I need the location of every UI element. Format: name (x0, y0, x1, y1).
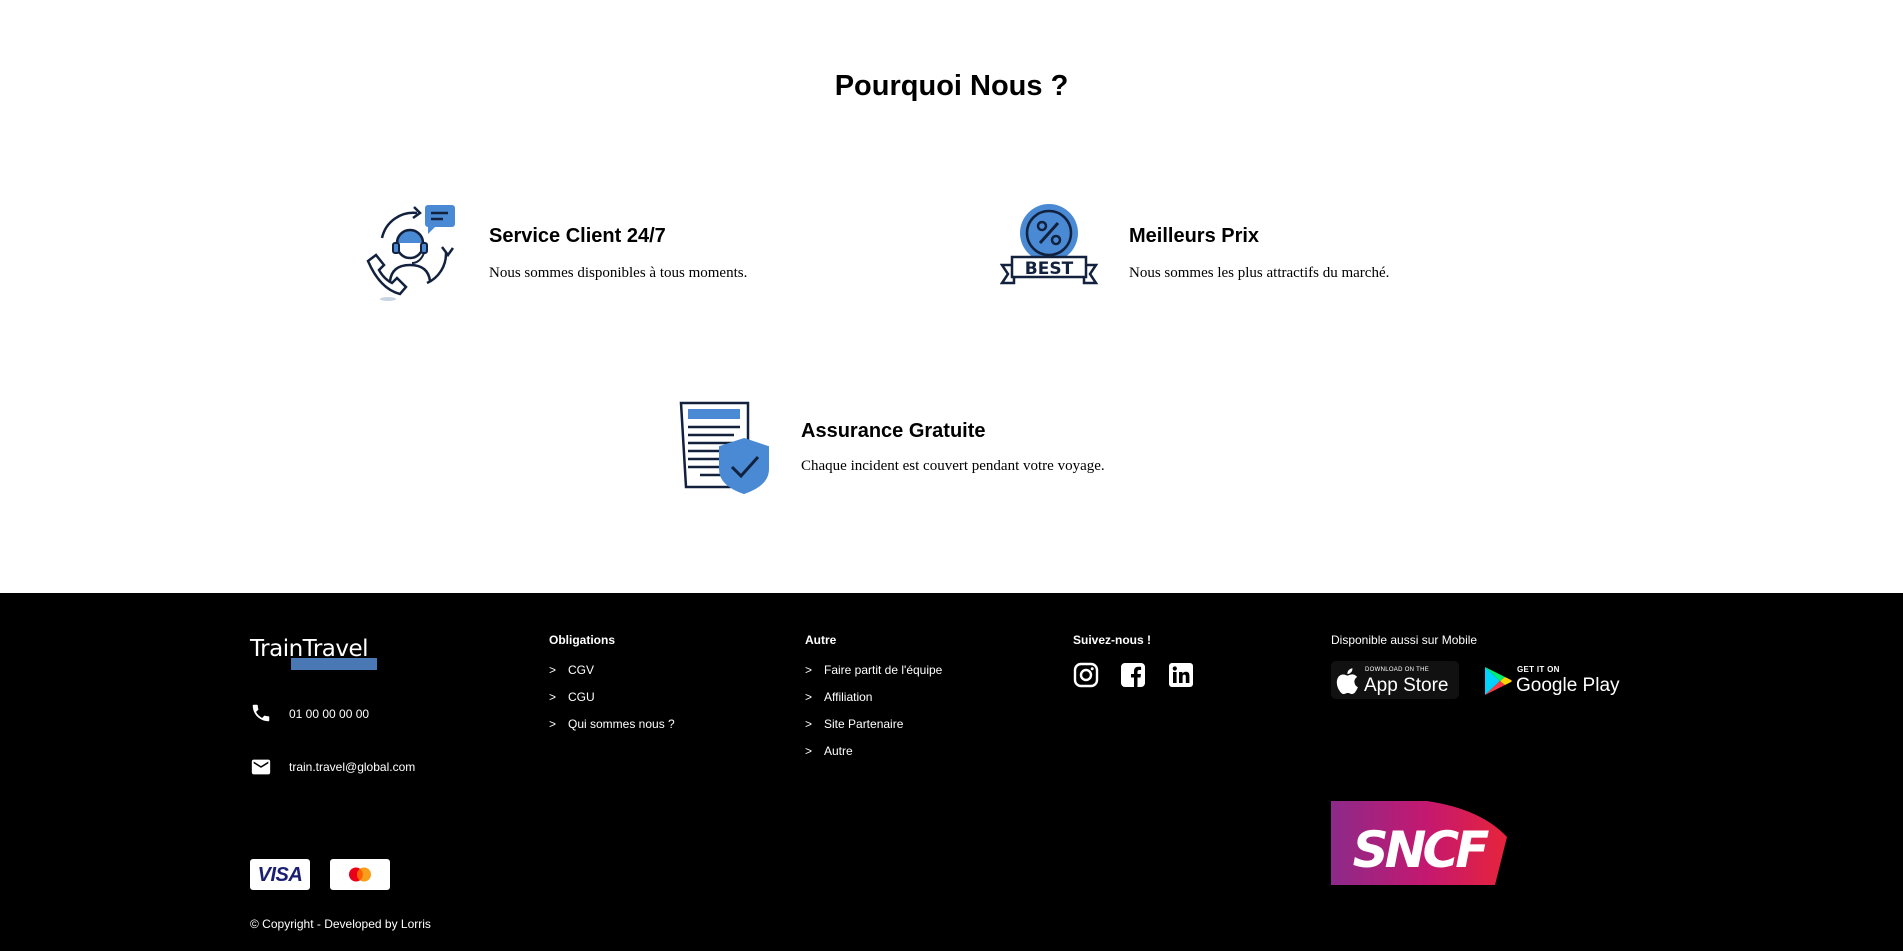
social-title: Suivez-nous ! (1073, 633, 1152, 647)
chevron-right-icon: > (549, 690, 557, 704)
google-play-button[interactable]: GET IT ON Google Play (1479, 661, 1621, 699)
autre-title: Autre (805, 633, 837, 647)
email-address: train.travel@global.com (289, 760, 416, 774)
chevron-right-icon: > (805, 690, 813, 704)
google-play-label: Google Play (1516, 675, 1620, 696)
site-logo[interactable]: TrainTravel (250, 636, 390, 670)
svg-text:BEST: BEST (1025, 259, 1074, 279)
chevron-right-icon: > (805, 663, 813, 677)
feature-title: Service Client 24/7 (489, 225, 666, 247)
google-play-icon (1483, 665, 1513, 702)
feature-title: Meilleurs Prix (1129, 225, 1260, 247)
feature-description: Nous sommes disponibles à tous moments. (489, 265, 748, 281)
feature-description: Chaque incident est couvert pendant votr… (801, 458, 1105, 474)
customer-service-icon (362, 203, 457, 306)
phone-number: 01 00 00 00 00 (289, 707, 370, 721)
phone-icon (250, 702, 272, 727)
facebook-icon[interactable] (1120, 662, 1146, 688)
feature-title: Assurance Gratuite (801, 420, 986, 442)
apple-icon (1333, 666, 1359, 701)
app-store-button[interactable]: Download on the App Store (1331, 661, 1459, 699)
sncf-logo: SNCF (1331, 801, 1507, 885)
best-price-badge-icon: BEST (999, 203, 1100, 308)
sncf-logo-text: SNCF (1353, 821, 1490, 879)
google-play-caption: GET IT ON (1517, 665, 1560, 674)
logo-text: TrainTravel (250, 636, 369, 662)
site-footer: TrainTravel 01 00 00 00 00 train.travel@… (0, 593, 1903, 951)
insurance-document-shield-icon (678, 399, 773, 499)
visa-card-icon: VISA (250, 859, 310, 890)
app-store-label: App Store (1364, 675, 1449, 696)
obligations-title: Obligations (549, 633, 615, 647)
chevron-right-icon: > (805, 717, 813, 731)
chevron-right-icon: > (549, 663, 557, 677)
mobile-title: Disponible aussi sur Mobile (1331, 633, 1478, 647)
why-us-section: Pourquoi Nous ? Service Client 24/7 Nous… (0, 0, 1903, 593)
chevron-right-icon: > (549, 717, 557, 731)
chevron-right-icon: > (805, 744, 813, 758)
copyright: © Copyright - Developed by Lorris (250, 917, 431, 931)
section-title: Pourquoi Nous ? (834, 70, 1069, 102)
feature-description: Nous sommes les plus attractifs du march… (1129, 265, 1390, 281)
app-store-caption: Download on the (1365, 667, 1430, 673)
linkedin-icon[interactable] (1168, 662, 1194, 688)
mail-icon (250, 756, 272, 781)
mastercard-icon (330, 859, 390, 890)
visa-label: VISA (257, 864, 303, 886)
instagram-icon[interactable] (1073, 662, 1099, 688)
